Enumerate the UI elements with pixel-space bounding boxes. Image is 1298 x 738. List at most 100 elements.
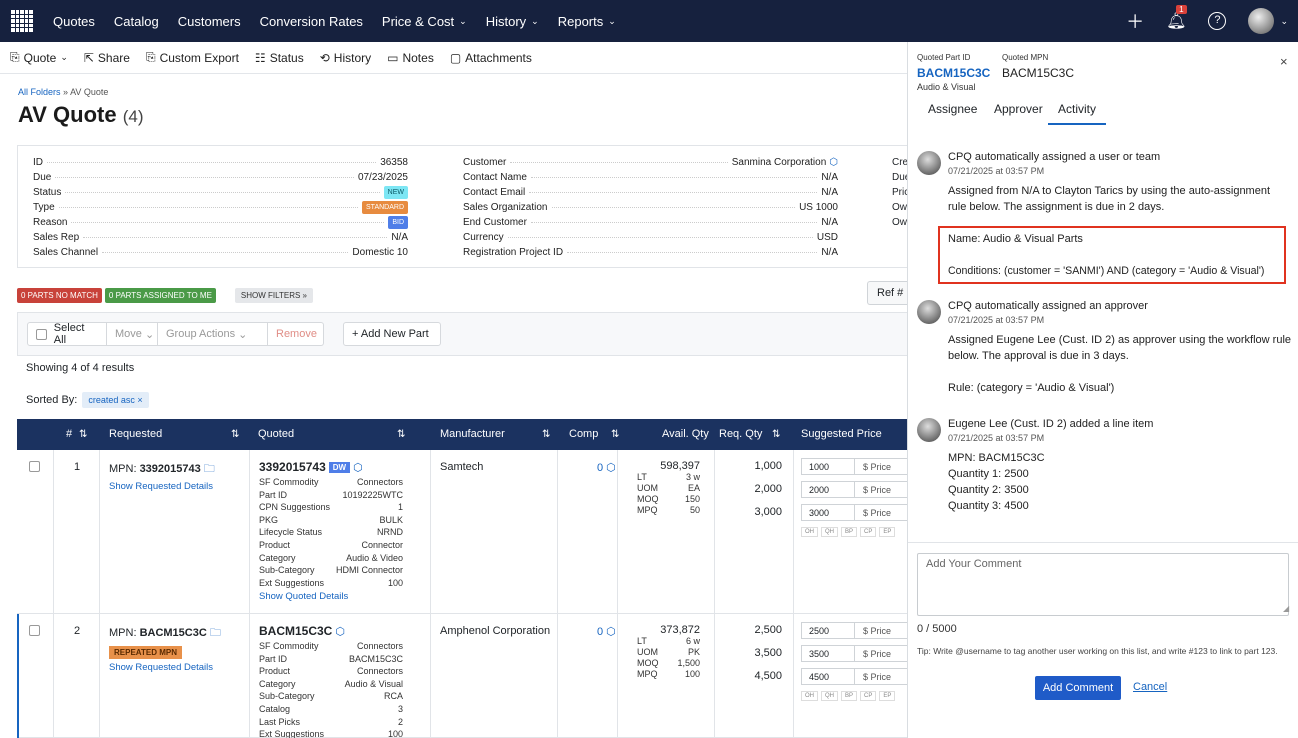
nav-item-3[interactable]: Conversion Rates — [260, 14, 363, 29]
cube-icon[interactable]: ⬡ — [603, 626, 616, 638]
cube-icon[interactable]: ⬡ — [335, 625, 345, 638]
row-checkbox[interactable] — [29, 461, 40, 472]
sort-icon[interactable]: ⇅ — [772, 429, 780, 440]
toolbar-notes[interactable]: ▭ Notes — [387, 51, 434, 65]
price-qty-input[interactable]: 3500 — [801, 645, 855, 662]
cube-icon[interactable]: ⬡ — [353, 461, 363, 474]
column-header[interactable]: Quoted — [258, 428, 294, 440]
part-id-value[interactable]: BACM15C3C — [917, 66, 990, 80]
comment-textarea[interactable]: Add Your Comment — [917, 553, 1289, 616]
column-header[interactable]: Manufacturer — [440, 428, 505, 440]
nav-item-5[interactable]: History ⌄ — [486, 14, 539, 29]
toolbar-history[interactable]: ⟲ History — [320, 51, 371, 65]
column-header[interactable]: Requested — [109, 428, 162, 440]
cube-icon[interactable]: ⬡ — [603, 462, 616, 474]
column-header[interactable]: Suggested Price — [801, 428, 882, 440]
move-dropdown[interactable]: Move ⌄ — [107, 322, 158, 346]
tab-activity[interactable]: Activity — [1048, 102, 1107, 125]
price-source-cp[interactable]: CP — [860, 691, 877, 701]
tab-assignee[interactable]: Assignee — [928, 102, 977, 116]
bell-icon[interactable]: 🔔︎ 1 — [1166, 5, 1187, 31]
ref-button[interactable]: Ref # — [867, 281, 907, 305]
toolbar-quote[interactable]: ⎘ Quote ⌄ — [10, 50, 68, 65]
sort-icon[interactable]: ⇅ — [231, 429, 239, 440]
price-input[interactable]: $ Price — [855, 645, 907, 662]
price-source-bp[interactable]: BP — [841, 691, 858, 701]
price-input[interactable]: $ Price — [855, 668, 907, 685]
attr-value: BACM15C3C — [348, 653, 403, 664]
group-actions-dropdown[interactable]: Group Actions ⌄ — [158, 322, 268, 346]
toolbar-status[interactable]: ☷ Status — [255, 51, 304, 65]
show-filters-button[interactable]: SHOW FILTERS » — [234, 288, 313, 303]
column-header[interactable]: Avail. Qty — [662, 428, 709, 440]
price-input[interactable]: $ Price — [855, 504, 907, 521]
column-header[interactable]: Comp — [569, 428, 598, 440]
tab-approver[interactable]: Approver — [994, 102, 1043, 116]
nav-item-6[interactable]: Reports ⌄ — [558, 14, 616, 29]
help-icon[interactable]: ? — [1208, 12, 1227, 30]
add-comment-button[interactable]: Add Comment — [1035, 676, 1121, 700]
remove-button[interactable]: Remove — [268, 322, 324, 346]
price-qty-input[interactable]: 3000 — [801, 504, 855, 521]
add-new-part-button[interactable]: + Add New Part — [343, 322, 441, 346]
table-row[interactable]: 2 MPN: BACM15C3C 🗀︎ REPEATED MPN Show Reque… — [17, 614, 907, 738]
table-row[interactable]: 1 MPN: 3392015743 🗀︎ Show Requested Detail… — [17, 450, 907, 614]
sort-icon[interactable]: ⇅ — [79, 429, 87, 440]
sort-chip[interactable]: created asc × — [82, 392, 149, 408]
folder-icon[interactable]: 🗀︎ — [201, 463, 215, 475]
price-qty-input[interactable]: 1000 — [801, 458, 855, 475]
select-all-checkbox[interactable] — [36, 328, 47, 340]
column-divider — [53, 614, 54, 737]
price-input[interactable]: $ Price — [855, 458, 907, 475]
assigned-filter[interactable]: 0 PARTS ASSIGNED TO ME — [104, 288, 216, 303]
price-input[interactable]: $ Price — [855, 622, 907, 639]
price-qty-input[interactable]: 2000 — [801, 481, 855, 498]
nav-item-0[interactable]: Quotes — [53, 14, 95, 29]
user-avatar[interactable] — [1248, 8, 1275, 34]
plus-icon[interactable]: ＋ — [1126, 8, 1144, 34]
price-source-ep[interactable]: EP — [879, 527, 896, 537]
no-match-filter[interactable]: 0 PARTS NO MATCH — [17, 288, 102, 303]
price-source-bp[interactable]: BP — [841, 527, 858, 537]
folder-icon[interactable]: 🗀︎ — [207, 627, 221, 639]
select-all-button[interactable]: Select All — [27, 322, 107, 346]
activity-body: Assigned Eugene Lee (Cust. ID 2) as appr… — [948, 332, 1293, 396]
nav-item-1[interactable]: Catalog — [114, 14, 159, 29]
show-requested-details-link[interactable]: Show Requested Details — [109, 481, 244, 492]
column-header[interactable]: # — [66, 428, 72, 440]
chevron-down-icon[interactable]: ⌄ — [1280, 16, 1288, 27]
show-quoted-details-link[interactable]: Show Quoted Details — [259, 591, 403, 602]
price-qty-input[interactable]: 4500 — [801, 668, 855, 685]
toolbar-custom-export[interactable]: ⎘ Custom Export — [146, 50, 239, 65]
row-checkbox[interactable] — [29, 625, 40, 636]
price-source-qh[interactable]: QH — [821, 691, 838, 701]
price-source-oh[interactable]: OH — [801, 527, 818, 537]
price-source-oh[interactable]: OH — [801, 691, 818, 701]
app-grid-logo-icon[interactable] — [11, 10, 33, 32]
quoted-attr: Lifecycle Status NRND — [259, 526, 403, 539]
column-header[interactable]: Req. Qty — [719, 428, 762, 440]
info-key: Contact Name — [463, 172, 527, 183]
breadcrumb-root[interactable]: All Folders — [18, 87, 61, 97]
nav-item-4[interactable]: Price & Cost ⌄ — [382, 14, 467, 29]
toolbar-attachments[interactable]: ▢ Attachments — [450, 51, 532, 65]
sort-icon[interactable]: ⇅ — [542, 429, 550, 440]
resize-handle-icon[interactable]: ◢ — [1283, 604, 1289, 613]
close-icon[interactable]: × — [1280, 54, 1288, 69]
price-source-qh[interactable]: QH — [821, 527, 838, 537]
cancel-link[interactable]: Cancel — [1133, 681, 1167, 693]
nav-item-2[interactable]: Customers — [178, 14, 241, 29]
req-qty: 1,000 — [754, 460, 782, 472]
customer-link-icon[interactable]: ⬡ — [829, 157, 838, 168]
price-source-cp[interactable]: CP — [860, 527, 877, 537]
price-input[interactable]: $ Price — [855, 481, 907, 498]
sort-icon[interactable]: ⇅ — [611, 429, 619, 440]
sort-icon[interactable]: ⇅ — [397, 429, 405, 440]
show-requested-details-link[interactable]: Show Requested Details — [109, 662, 244, 673]
quoted-attr: Sub-Category RCA — [259, 690, 403, 703]
attr-value: 10192225WTC — [342, 489, 403, 500]
action-bar: Select All Move ⌄ Group Actions ⌄ Remove… — [17, 312, 907, 356]
toolbar-share[interactable]: ⇱ Share — [84, 51, 130, 65]
price-qty-input[interactable]: 2500 — [801, 622, 855, 639]
price-source-ep[interactable]: EP — [879, 691, 896, 701]
